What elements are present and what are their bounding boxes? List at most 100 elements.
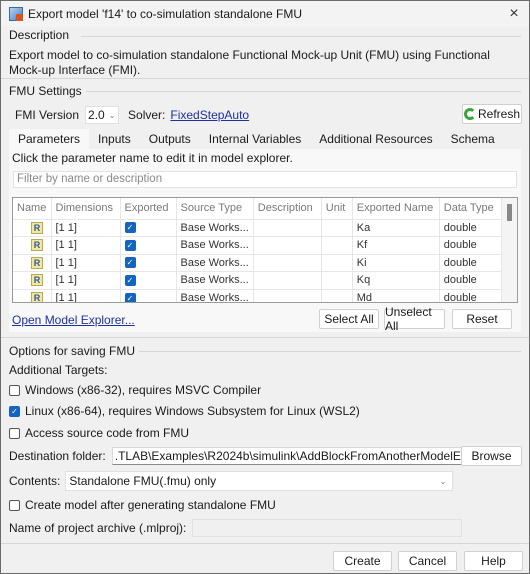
column-header-unit[interactable]: Unit	[321, 198, 353, 219]
exported-checkbox[interactable]: ✓	[124, 239, 136, 251]
create-model-label: Create model after generating standalone…	[25, 498, 276, 512]
table-row[interactable]: R [1 1] ✓ Base Works... Md double	[13, 288, 506, 302]
tab-inputs[interactable]: Inputs	[89, 129, 140, 149]
exported-name-cell[interactable]: Kf	[352, 236, 440, 254]
exported-cell: ✓	[120, 236, 177, 254]
access-source-checkbox[interactable]	[9, 427, 20, 439]
create-model-checkbox[interactable]	[9, 499, 20, 511]
table-header-row: Name Dimensions Exported Source Type Des…	[13, 198, 506, 219]
data-type-cell: double	[439, 236, 506, 254]
parameters-table: Name Dimensions Exported Source Type Des…	[12, 197, 518, 303]
divider	[121, 351, 521, 352]
table-vertical-scrollbar[interactable]	[501, 198, 517, 302]
table-row[interactable]: R [1 1] ✓ Base Works... Kf double	[13, 236, 506, 254]
select-all-button[interactable]: Select All	[319, 309, 379, 329]
parameter-icon[interactable]: R	[31, 221, 43, 234]
unit-cell[interactable]	[321, 288, 353, 302]
name-cell[interactable]: R	[13, 288, 52, 302]
tab-internal-variables[interactable]: Internal Variables	[200, 129, 311, 149]
exported-checkbox[interactable]: ✓	[124, 292, 136, 302]
reset-button[interactable]: Reset	[452, 309, 512, 329]
create-button[interactable]: Create	[333, 551, 392, 571]
column-header-name[interactable]: Name	[13, 198, 52, 219]
name-cell[interactable]: R	[13, 253, 52, 272]
divider	[1, 543, 529, 544]
name-cell[interactable]: R	[13, 271, 52, 289]
divider	[1, 78, 529, 79]
target-windows-row[interactable]: Windows (x86-32), requires MSVC Compiler	[9, 383, 261, 397]
column-header-description[interactable]: Description	[253, 198, 322, 219]
open-model-explorer-link[interactable]: Open Model Explorer...	[12, 313, 135, 327]
tab-additional-resources[interactable]: Additional Resources	[310, 129, 441, 149]
source-type-cell: Base Works...	[176, 271, 254, 289]
unit-cell[interactable]	[321, 253, 353, 272]
settings-tabs: Parameters Inputs Outputs Internal Varia…	[9, 129, 504, 149]
unit-cell[interactable]	[321, 218, 353, 237]
dimensions-cell: [1 1]	[51, 271, 121, 289]
access-source-row[interactable]: Access source code from FMU	[9, 426, 189, 440]
help-button[interactable]: Help	[464, 551, 523, 571]
table-row[interactable]: R [1 1] ✓ Base Works... Kq double	[13, 271, 506, 289]
filter-input[interactable]: Filter by name or description	[13, 171, 517, 188]
target-windows-checkbox[interactable]	[9, 384, 20, 396]
parameter-icon[interactable]: R	[31, 256, 43, 269]
unselect-all-button[interactable]: Unselect All	[384, 305, 445, 333]
unit-cell[interactable]	[321, 271, 353, 289]
column-header-data-type[interactable]: Data Type	[439, 198, 506, 219]
name-cell[interactable]: R	[13, 218, 52, 237]
chevron-down-icon: ⌄	[439, 476, 447, 486]
exported-name-cell[interactable]: Ki	[352, 253, 440, 272]
column-header-dimensions[interactable]: Dimensions	[51, 198, 121, 219]
column-header-source-type[interactable]: Source Type	[176, 198, 254, 219]
table-row[interactable]: R [1 1] ✓ Base Works... Ka double	[13, 218, 506, 237]
description-cell[interactable]	[253, 271, 322, 289]
parameter-icon[interactable]: R	[31, 292, 43, 302]
description-cell[interactable]	[253, 218, 322, 237]
target-linux-checkbox[interactable]: ✓	[9, 405, 20, 417]
solver-link[interactable]: FixedStepAuto	[170, 108, 249, 122]
refresh-button[interactable]: Refresh	[462, 104, 522, 124]
exported-checkbox[interactable]: ✓	[124, 274, 136, 286]
contents-row: Contents: Standalone FMU(.fmu) only ⌄	[9, 471, 454, 491]
target-linux-row[interactable]: ✓ Linux (x86-64), requires Windows Subsy…	[9, 404, 360, 418]
table-row[interactable]: R [1 1] ✓ Base Works... Ki double	[13, 253, 506, 272]
description-cell[interactable]	[253, 288, 322, 302]
exported-name-cell[interactable]: Kq	[352, 271, 440, 289]
data-type-cell: double	[439, 271, 506, 289]
divider	[77, 91, 521, 92]
contents-select[interactable]: Standalone FMU(.fmu) only ⌄	[65, 471, 454, 491]
exported-name-cell[interactable]: Md	[352, 288, 440, 302]
tab-schema[interactable]: Schema	[442, 129, 504, 149]
data-type-cell: double	[439, 288, 506, 302]
exported-checkbox[interactable]: ✓	[124, 257, 136, 269]
scrollbar-thumb[interactable]	[507, 204, 512, 221]
title-bar: Export model 'f14' to co-simulation stan…	[1, 1, 529, 27]
browse-button[interactable]: Browse	[461, 446, 522, 466]
tab-outputs[interactable]: Outputs	[140, 129, 200, 149]
parameters-panel: Click the parameter name to edit it in m…	[9, 149, 521, 332]
create-model-row[interactable]: Create model after generating standalone…	[9, 498, 276, 512]
tab-parameters[interactable]: Parameters	[9, 129, 90, 149]
fmi-version-label: FMI Version	[15, 108, 80, 122]
exported-name-cell[interactable]: Ka	[352, 218, 440, 237]
close-icon[interactable]: ×	[503, 3, 525, 25]
column-header-exported-name[interactable]: Exported Name	[352, 198, 440, 219]
destination-folder-input[interactable]: .TLAB\Examples\R2024b\simulink\AddBlockF…	[111, 447, 462, 465]
chevron-down-icon: ⌄	[108, 110, 116, 120]
destination-row: Destination folder: .TLAB\Examples\R2024…	[9, 447, 462, 465]
source-type-cell: Base Works...	[176, 253, 254, 272]
parameter-icon[interactable]: R	[31, 274, 43, 287]
description-cell[interactable]	[253, 253, 322, 272]
parameter-icon[interactable]: R	[31, 239, 43, 252]
fmi-version-select[interactable]: 2.0 ⌄	[85, 106, 120, 124]
contents-value: Standalone FMU(.fmu) only	[69, 474, 217, 488]
cancel-button[interactable]: Cancel	[398, 551, 457, 571]
contents-label: Contents:	[9, 474, 61, 488]
description-cell[interactable]	[253, 236, 322, 254]
column-header-exported[interactable]: Exported	[120, 198, 177, 219]
unit-cell[interactable]	[321, 236, 353, 254]
exported-checkbox[interactable]: ✓	[124, 222, 136, 234]
name-cell[interactable]: R	[13, 236, 52, 254]
destination-label: Destination folder:	[9, 449, 106, 463]
source-type-cell: Base Works...	[176, 218, 254, 237]
